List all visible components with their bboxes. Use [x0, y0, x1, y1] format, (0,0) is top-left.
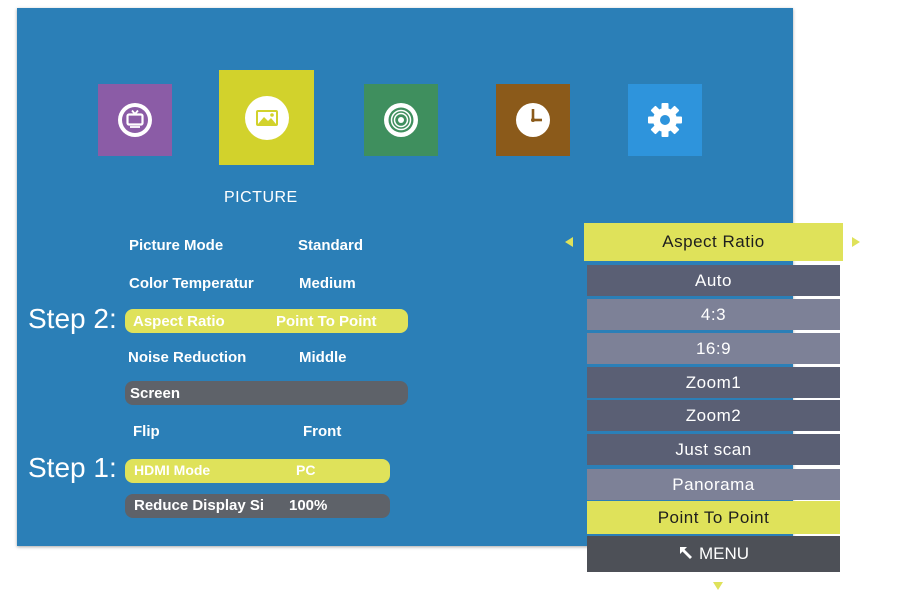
back-arrow-icon	[678, 544, 699, 564]
setting-value: PC	[296, 462, 316, 478]
option-16-9[interactable]: 16:9	[587, 333, 840, 364]
popup-right-arrow-icon[interactable]	[852, 237, 860, 247]
tile-picture[interactable]	[219, 70, 314, 165]
setting-label: HDMI Mode	[134, 462, 211, 478]
option-panorama[interactable]: Panorama	[587, 469, 840, 500]
step-1-label: Step 1:	[28, 452, 117, 483]
sound-disc-icon	[383, 102, 419, 138]
setting-value: Point To Point	[276, 313, 377, 330]
option-zoom2[interactable]: Zoom2	[587, 400, 840, 431]
popup-title: Aspect Ratio	[584, 223, 843, 261]
option-point-to-point[interactable]: Point To Point	[587, 501, 840, 534]
setting-label: Aspect Ratio	[133, 313, 225, 330]
tile-settings[interactable]	[628, 84, 702, 156]
popup-left-arrow-icon[interactable]	[565, 237, 573, 247]
menu-back-button[interactable]: MENU	[587, 536, 840, 572]
setting-label: Flip	[133, 423, 160, 440]
setting-label: Color Temperatur	[129, 275, 254, 292]
option-just-scan[interactable]: Just scan	[587, 434, 840, 465]
setting-value: Front	[303, 423, 342, 440]
setting-value: 100%	[289, 497, 328, 514]
gear-icon	[646, 101, 684, 139]
tv-icon	[117, 102, 153, 138]
tile-tv[interactable]	[98, 84, 172, 156]
setting-label: Noise Reduction	[128, 349, 247, 366]
option-auto[interactable]: Auto	[587, 265, 840, 296]
setting-label: Picture Mode	[129, 237, 224, 254]
section-title: PICTURE	[224, 189, 298, 206]
step-2-label: Step 2:	[28, 303, 117, 334]
tile-sound[interactable]	[364, 84, 438, 156]
picture-icon	[244, 95, 290, 141]
setting-label: Screen	[130, 385, 181, 402]
setting-value: Standard	[298, 237, 364, 254]
menu-label: MENU	[698, 544, 750, 563]
option-zoom1[interactable]: Zoom1	[587, 367, 840, 398]
popup-down-arrow-icon[interactable]	[713, 582, 723, 590]
option-4-3[interactable]: 4:3	[587, 299, 840, 330]
setting-label: Reduce Display Si	[134, 497, 265, 514]
tile-time[interactable]	[496, 84, 570, 156]
setting-value: Medium	[299, 275, 356, 292]
clock-icon	[515, 102, 551, 138]
setting-value: Middle	[299, 349, 347, 366]
